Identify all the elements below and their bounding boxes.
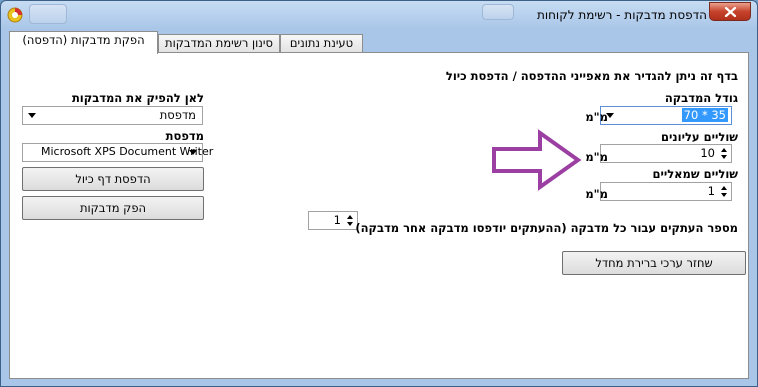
minimize-button[interactable]	[29, 4, 67, 24]
print-calibration-button[interactable]: הדפסת דף כיול	[22, 167, 204, 191]
left-margin-value: 1	[707, 184, 715, 198]
label-size-unit: מ"מ	[585, 110, 608, 124]
left-margin-label: שוליים שמאליים	[652, 167, 738, 181]
tab-filter-list[interactable]: סינון רשימת המדבקות	[158, 34, 280, 52]
tab-strip: הפקת מדבקות (הדפסה) סינון רשימת המדבקות …	[9, 31, 747, 54]
copies-spinner[interactable]: 1	[308, 211, 358, 230]
top-margin-label: שוליים עליונים	[661, 130, 738, 144]
close-icon	[724, 7, 737, 17]
left-margin-unit: מ"מ	[585, 187, 608, 201]
app-icon	[7, 7, 23, 23]
output-target-label: לאן להפיק את המדבקות	[71, 91, 204, 105]
maximize-button[interactable]	[482, 4, 514, 20]
close-button[interactable]	[709, 2, 751, 21]
tab-produce-labels[interactable]: הפקת מדבקות (הדפסה)	[9, 31, 158, 54]
spinner-arrows-icon[interactable]	[718, 145, 730, 162]
top-margin-value: 10	[700, 146, 715, 160]
top-margin-spinner[interactable]: 10	[600, 144, 732, 163]
chevron-down-icon[interactable]	[25, 107, 39, 124]
restore-defaults-button[interactable]: שחזר ערכי ברירת מחדל	[562, 251, 746, 275]
intro-text: בדף זה ניתן להגדיר את מאפייני ההדפסה / ה…	[445, 69, 738, 83]
label-size-value: 70 * 35	[681, 108, 728, 122]
output-target-value: מדפסת	[159, 108, 196, 122]
copies-label: מספר העתקים עבור כל מדבקה (ההעתקים יודפס…	[355, 221, 738, 235]
printer-label: מדפסת	[165, 129, 204, 143]
tab-load-data[interactable]: טעינת נתונים	[280, 34, 363, 52]
top-margin-unit: מ"מ	[585, 150, 608, 164]
label-size-label: גודל המדבקה	[664, 91, 738, 105]
printer-combo[interactable]: Microsoft XPS Document Writer	[22, 143, 213, 162]
left-margin-spinner[interactable]: 1	[600, 182, 732, 201]
copies-value: 1	[333, 213, 341, 227]
tab-panel: בדף זה ניתן להגדיר את מאפייני ההדפסה / ה…	[9, 52, 749, 379]
output-target-combo[interactable]: מדפסת	[22, 106, 203, 125]
app-window: הדפסת מדבקות - רשימת לקוחות הפקת מדבקות …	[0, 0, 758, 387]
annotation-arrow-icon	[492, 129, 582, 191]
spinner-arrows-icon[interactable]	[718, 183, 730, 200]
spinner-arrows-icon[interactable]	[344, 212, 356, 229]
label-size-combo[interactable]: 70 * 35	[600, 106, 732, 125]
produce-labels-button[interactable]: הפק מדבקות	[22, 196, 204, 220]
printer-value: Microsoft XPS Document Writer	[41, 145, 214, 158]
title-bar: הדפסת מדבקות - רשימת לקוחות	[1, 1, 757, 31]
window-title: הדפסת מדבקות - רשימת לקוחות	[536, 8, 707, 22]
